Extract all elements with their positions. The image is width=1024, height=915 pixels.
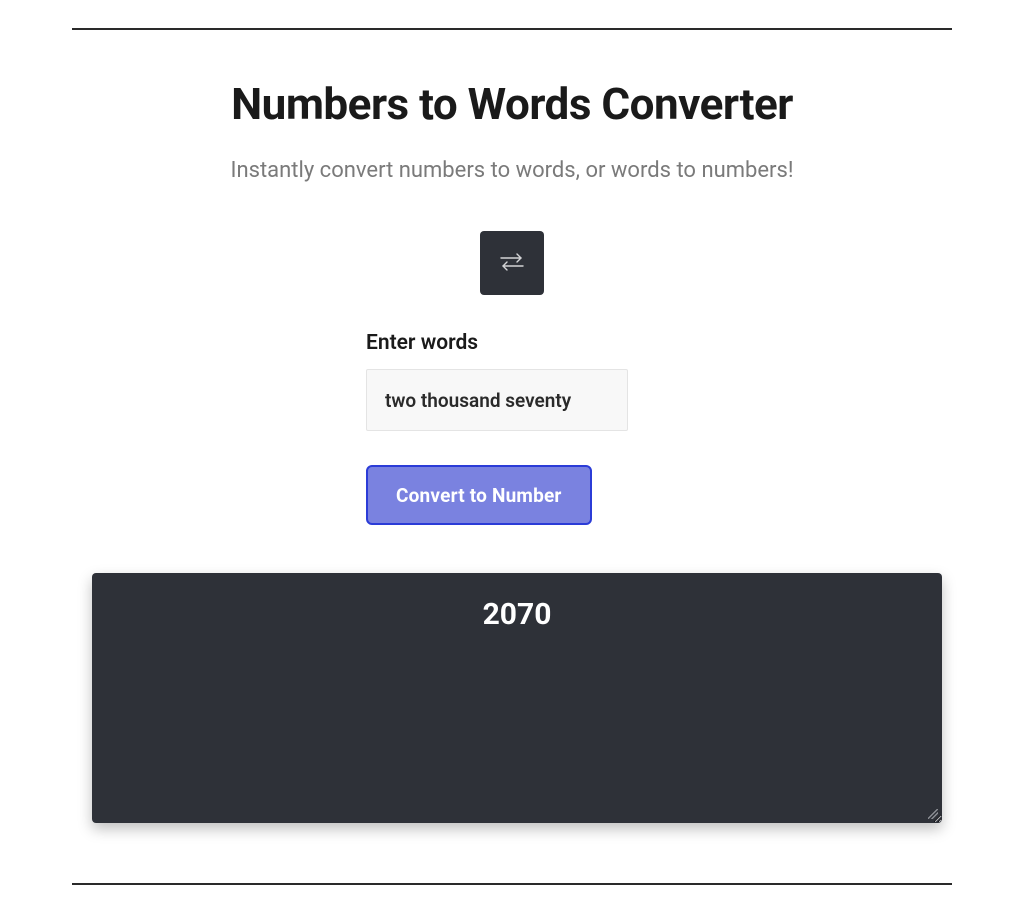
convert-button[interactable]: Convert to Number	[366, 465, 592, 525]
output-panel[interactable]: 2070	[92, 573, 942, 823]
input-label: Enter words	[366, 331, 666, 355]
swap-icon	[499, 252, 525, 275]
divider-bottom	[72, 883, 952, 885]
output-result: 2070	[120, 597, 914, 632]
divider-top	[72, 28, 952, 30]
page-title: Numbers to Words Converter	[72, 78, 952, 130]
page-subtitle: Instantly convert numbers to words, or w…	[72, 158, 952, 183]
words-input[interactable]	[366, 369, 628, 431]
swap-button[interactable]	[480, 231, 544, 295]
